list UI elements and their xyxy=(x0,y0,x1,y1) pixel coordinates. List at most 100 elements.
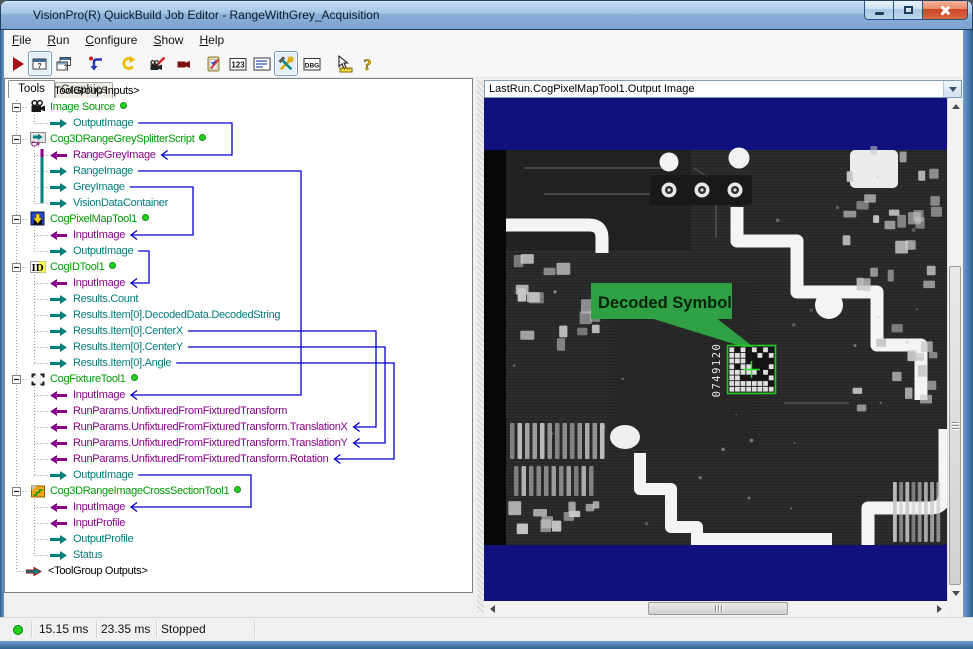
output-pin-icon xyxy=(50,535,67,544)
input-pin-icon xyxy=(50,151,67,160)
tree-item-label[interactable]: <ToolGroup Outputs> xyxy=(48,565,147,577)
expand-toggle[interactable] xyxy=(12,487,21,496)
measure-button[interactable] xyxy=(332,51,356,76)
reset-button[interactable] xyxy=(84,51,108,76)
tree-item-label[interactable]: RangeImage xyxy=(73,165,133,177)
expand-toggle[interactable] xyxy=(12,103,21,112)
output-pin-icon xyxy=(50,119,67,128)
expand-toggle[interactable] xyxy=(12,135,21,144)
crosssection-tool-icon xyxy=(30,483,46,499)
maximize-button[interactable] xyxy=(894,1,923,20)
tree-item-label[interactable]: RunParams.UnfixturedFromFixturedTransfor… xyxy=(73,453,328,465)
vertical-scrollbar[interactable] xyxy=(947,98,962,601)
edit-job-button[interactable] xyxy=(202,51,226,76)
tree-item-label[interactable]: Image Source xyxy=(50,101,115,113)
output-pin-icon xyxy=(50,311,67,320)
tool-ok-indicator xyxy=(142,214,149,221)
scroll-down-button[interactable] xyxy=(948,585,963,601)
tree-item-label[interactable]: GreyImage xyxy=(73,181,125,193)
expand-toggle[interactable] xyxy=(12,375,21,384)
statusbar-divider xyxy=(31,621,32,638)
output-pin-icon xyxy=(50,295,67,304)
thumb-grip-icon xyxy=(952,422,959,429)
close-button[interactable] xyxy=(923,1,968,20)
tree-item-label[interactable]: CogPixelMapTool1 xyxy=(50,213,137,225)
tree-item-label[interactable]: InputImage xyxy=(73,229,125,241)
expand-toggle[interactable] xyxy=(12,263,21,272)
tool-palette-icon xyxy=(277,55,295,73)
tree-item-label[interactable]: Results.Count xyxy=(73,293,138,305)
tree-item-label[interactable]: Results.Item[0].CenterY xyxy=(73,341,183,353)
image-source-select[interactable]: LastRun.CogPixelMapTool1.Output Image xyxy=(484,80,962,98)
pane-splitter[interactable] xyxy=(477,80,484,613)
camera-tool-icon xyxy=(30,99,46,115)
tree-item-label[interactable]: CogIDTool1 xyxy=(50,261,104,273)
menu-item-run[interactable]: Run xyxy=(39,30,77,50)
combo-dropdown-button[interactable] xyxy=(943,81,961,97)
window-frame-right xyxy=(963,30,973,641)
cascade-windows-button[interactable]: ? xyxy=(52,51,76,76)
tree-item-label[interactable]: RunParams.UnfixturedFromFixturedTransfor… xyxy=(73,437,348,449)
tab-tools[interactable]: Tools xyxy=(8,80,55,98)
tree-item-label[interactable]: Results.Item[0].Angle xyxy=(73,357,171,369)
arrow-down-icon xyxy=(952,591,960,596)
numeric-results-button[interactable]: 123 xyxy=(226,51,250,76)
scroll-left-button[interactable] xyxy=(484,601,500,617)
show-job-window-button[interactable]: ? xyxy=(28,51,52,76)
tool-palette-button[interactable] xyxy=(274,51,298,76)
debug-button[interactable]: DBG xyxy=(300,51,324,76)
tree-item-label[interactable]: Status xyxy=(73,549,102,561)
horizontal-scroll-thumb[interactable] xyxy=(648,602,788,615)
vertical-scroll-thumb[interactable] xyxy=(949,266,961,585)
tree-item-label[interactable]: InputImage xyxy=(73,389,125,401)
run-button[interactable] xyxy=(6,51,30,76)
tree-item-label[interactable]: InputImage xyxy=(73,277,125,289)
tree-item: CogFixtureTool1 xyxy=(50,371,138,387)
tree-item-label[interactable]: VisionDataContainer xyxy=(73,197,168,209)
tree-item-label[interactable]: RangeGreyImage xyxy=(73,149,156,161)
tree-item-label[interactable]: InputProfile xyxy=(73,517,125,529)
output-pin-icon xyxy=(50,551,67,560)
tree-item-label[interactable]: OutputImage xyxy=(73,469,133,481)
toolgroup-outputs-icon xyxy=(26,567,42,576)
tree-item-label[interactable]: Cog3DRangeGreySplitterScript xyxy=(50,133,194,145)
tree-item: InputImage xyxy=(73,227,125,243)
tree-item-label[interactable]: <ToolGroup Inputs> xyxy=(48,85,139,97)
record-camera-button[interactable] xyxy=(172,51,196,76)
tree-item-label[interactable]: CogFixtureTool1 xyxy=(50,373,126,385)
expand-toggle[interactable] xyxy=(12,215,21,224)
arrow-up-icon xyxy=(952,104,960,109)
menu-item-show[interactable]: Show xyxy=(145,30,191,50)
output-pin-icon xyxy=(50,343,67,352)
output-pin-icon xyxy=(50,327,67,336)
menu-item-help[interactable]: Help xyxy=(191,30,232,50)
tree-item-label[interactable]: InputImage xyxy=(73,501,125,513)
image-playback-button[interactable] xyxy=(146,51,170,76)
tree-item-label[interactable]: RunParams.UnfixturedFromFixturedTransfor… xyxy=(73,405,287,417)
menu-item-file[interactable]: File xyxy=(4,30,39,50)
tree-item-label[interactable]: OutputProfile xyxy=(73,533,133,545)
image-source-select-value: LastRun.CogPixelMapTool1.Output Image xyxy=(485,83,943,95)
tree-item: InputProfile xyxy=(73,515,125,531)
tree-item: CogPixelMapTool1 xyxy=(50,211,149,227)
tree-item-label[interactable]: OutputImage xyxy=(73,117,133,129)
menu-item-configure[interactable]: Configure xyxy=(77,30,145,50)
decoded-code-text: 0749120 xyxy=(711,343,723,398)
tree-item: OutputImage xyxy=(73,115,133,131)
tree-item: RunParams.UnfixturedFromFixturedTransfor… xyxy=(73,451,328,467)
scroll-up-button[interactable] xyxy=(948,98,963,114)
tree-item-label[interactable]: Cog3DRangeImageCrossSectionTool1 xyxy=(50,485,229,497)
scroll-right-button[interactable] xyxy=(931,601,947,617)
output-pin-icon xyxy=(50,471,67,480)
tree-item-label[interactable]: RunParams.UnfixturedFromFixturedTransfor… xyxy=(73,421,348,433)
tree-item-label[interactable]: Results.Item[0].CenterX xyxy=(73,325,183,337)
tree-item: RunParams.UnfixturedFromFixturedTransfor… xyxy=(73,435,348,451)
tree-item-label[interactable]: Results.Item[0].DecodedData.DecodedStrin… xyxy=(73,309,280,321)
io-form-button[interactable] xyxy=(250,51,274,76)
tree-item-label[interactable]: OutputImage xyxy=(73,245,133,257)
undo-button[interactable] xyxy=(116,51,140,76)
help-button[interactable]: ? xyxy=(356,51,380,76)
tree-item: OutputProfile xyxy=(73,531,133,547)
horizontal-scrollbar[interactable] xyxy=(484,601,947,617)
minimize-button[interactable] xyxy=(864,1,894,20)
